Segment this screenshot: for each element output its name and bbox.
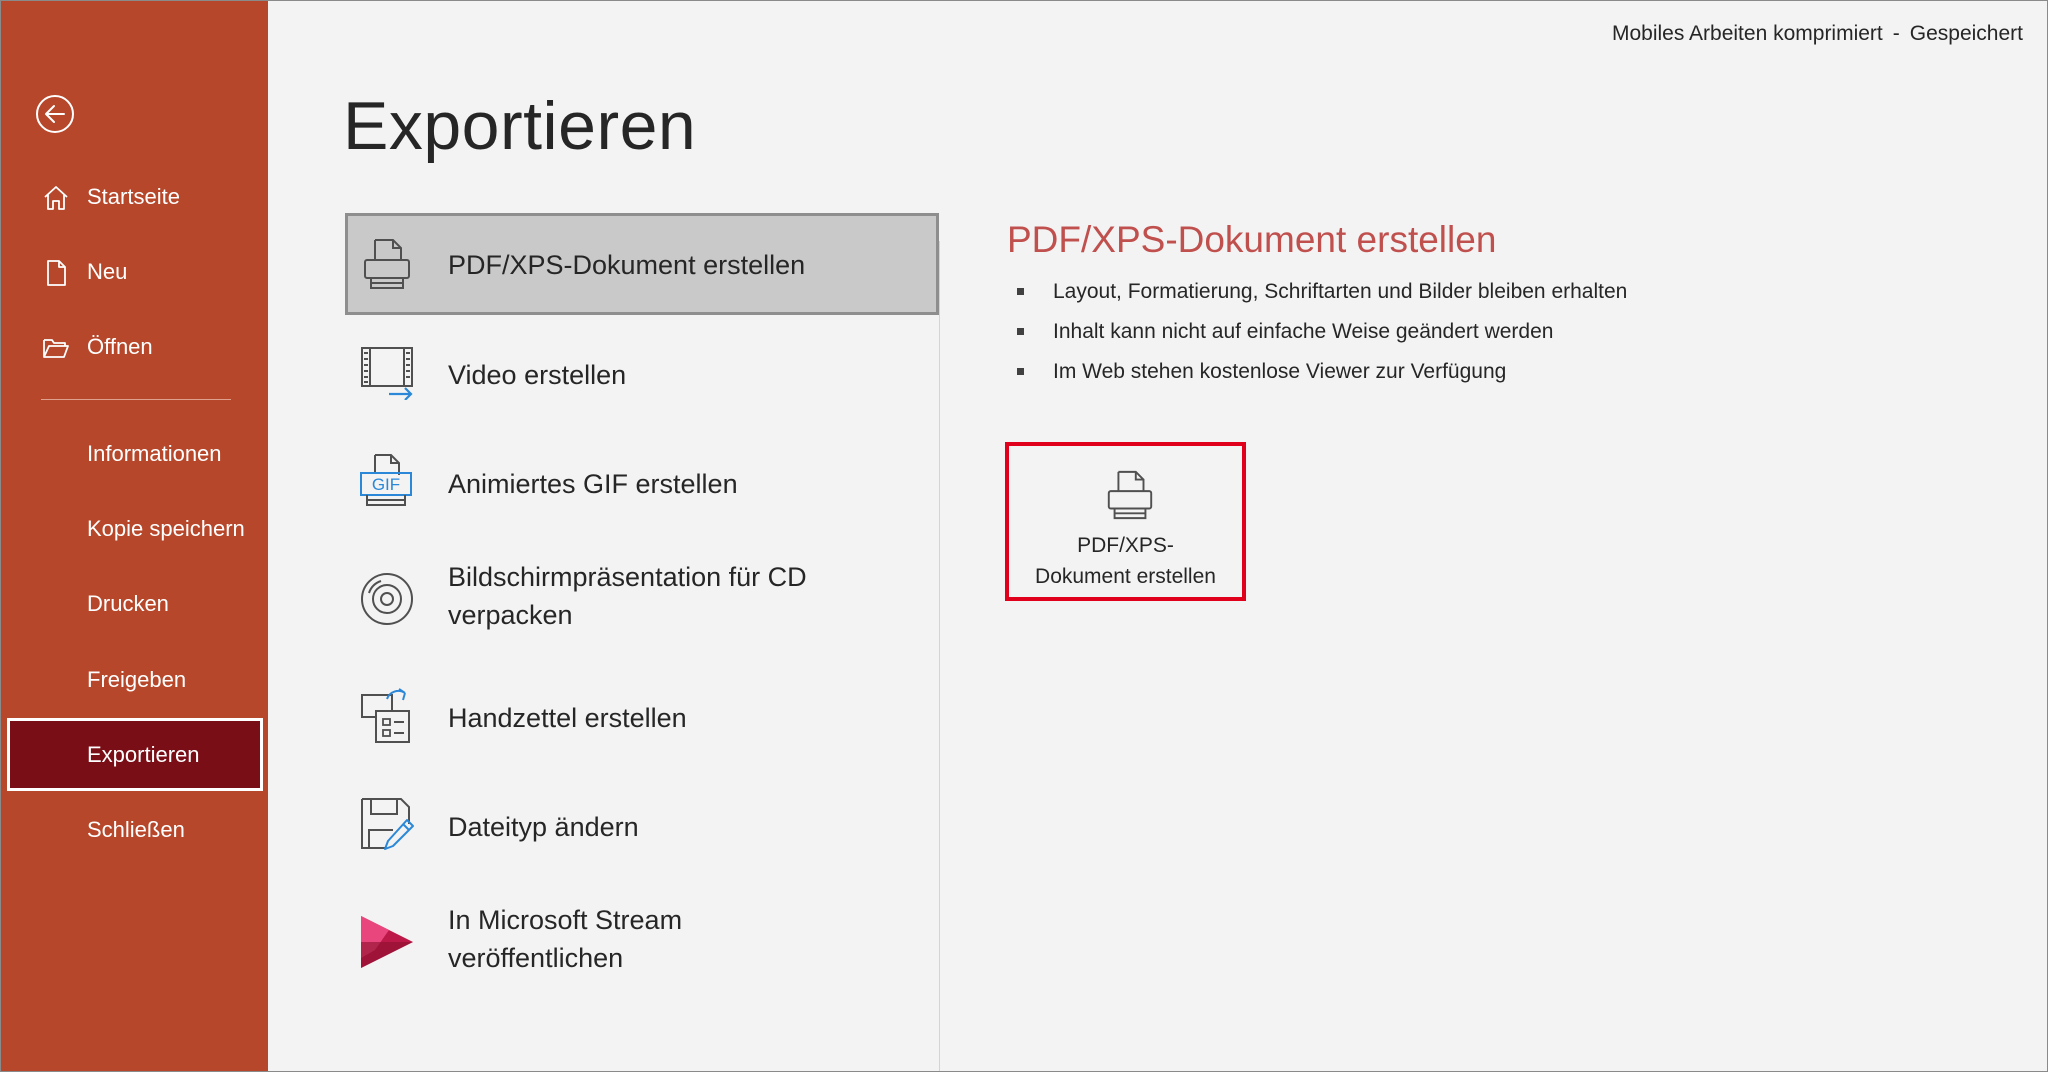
- nav-label: Schließen: [87, 817, 185, 842]
- handout-icon: [361, 688, 410, 743]
- export-option-cd-package[interactable]: Bildschirmpräsentation für CD verpacken: [345, 540, 939, 656]
- back-arrow-circle-icon: [36, 95, 74, 133]
- document-name: Mobiles Arbeiten komprimiert: [1612, 22, 1883, 45]
- new-document-icon: [47, 260, 66, 286]
- nav-label: Kopie speichern: [87, 516, 245, 541]
- change-filetype-icon: [361, 798, 414, 850]
- detail-bullet: Im Web stehen kostenlose Viewer zur Verf…: [1015, 355, 1627, 395]
- back-button[interactable]: [35, 94, 75, 134]
- export-option-label-line2: verpacken: [448, 600, 573, 630]
- nav-label: Neu: [87, 259, 128, 284]
- gif-icon-text: GIF: [372, 475, 400, 494]
- page-title: Exportieren: [343, 88, 697, 164]
- create-button-label: PDF/XPS- Dokument erstellen: [1009, 530, 1242, 592]
- nav-label: Startseite: [87, 184, 180, 209]
- export-option-pdf-xps[interactable]: PDF/XPS-Dokument erstellen: [345, 213, 939, 315]
- export-option-label: Dateityp ändern: [448, 812, 639, 842]
- panel-divider: [939, 241, 940, 1071]
- export-option-label: Animiertes GIF erstellen: [448, 469, 738, 499]
- export-option-label: PDF/XPS-Dokument erstellen: [448, 250, 806, 280]
- export-option-gif[interactable]: GIF Animiertes GIF erstellen: [345, 431, 939, 531]
- home-icon: [44, 186, 68, 210]
- nav-oeffnen[interactable]: Öffnen: [7, 312, 263, 382]
- export-option-handout[interactable]: Handzettel erstellen: [345, 665, 939, 765]
- nav-freigeben[interactable]: Freigeben: [7, 645, 263, 715]
- export-option-video[interactable]: Video erstellen: [345, 322, 939, 422]
- detail-bullet: Layout, Formatierung, Schriftarten und B…: [1015, 275, 1627, 315]
- detail-title: PDF/XPS-Dokument erstellen: [1007, 219, 1497, 260]
- pdf-xps-icon: [364, 239, 410, 289]
- nav-informationen[interactable]: Informationen: [7, 419, 263, 489]
- export-option-label: Handzettel erstellen: [448, 703, 687, 733]
- export-option-change-filetype[interactable]: Dateityp ändern: [345, 774, 939, 874]
- folder-open-icon: [43, 339, 69, 358]
- nav-label: Freigeben: [87, 667, 187, 692]
- create-pdf-xps-button[interactable]: PDF/XPS- Dokument erstellen: [1005, 442, 1246, 601]
- status-separator: -: [1892, 22, 1900, 45]
- export-option-label-line2: veröffentlichen: [448, 943, 624, 973]
- nav-label: Drucken: [87, 591, 169, 616]
- export-option-label: Video erstellen: [448, 360, 627, 390]
- export-option-microsoft-stream[interactable]: In Microsoft Stream veröffentlichen: [345, 883, 939, 999]
- save-state: Gespeichert: [1909, 22, 2023, 45]
- nav-startseite[interactable]: Startseite: [7, 162, 263, 232]
- pdf-xps-icon: [1107, 470, 1153, 520]
- create-button-label-line1: PDF/XPS-: [1077, 534, 1174, 557]
- nav-label: Informationen: [87, 441, 222, 466]
- video-icon: [361, 347, 413, 400]
- nav-drucken[interactable]: Drucken: [7, 569, 263, 639]
- nav-kopie-speichern[interactable]: Kopie speichern: [7, 494, 263, 564]
- detail-bullet: Inhalt kann nicht auf einfache Weise geä…: [1015, 315, 1627, 355]
- export-option-label-line1: Bildschirmpräsentation für CD: [448, 562, 807, 592]
- nav-exportieren[interactable]: Exportieren: [7, 718, 263, 791]
- create-button-label-line2: Dokument erstellen: [1035, 565, 1216, 588]
- nav-divider: [41, 399, 231, 400]
- document-status: Mobiles Arbeiten komprimiert - Gespeichert: [1612, 22, 2023, 46]
- nav-label: Öffnen: [87, 334, 153, 359]
- backstage-window: Startseite Neu Öffnen Informationen Kopi…: [0, 0, 2048, 1072]
- nav-label: Exportieren: [87, 741, 200, 767]
- stream-icon: [361, 916, 413, 968]
- backstage-sidebar: Startseite Neu Öffnen Informationen Kopi…: [1, 1, 268, 1071]
- cd-icon: [361, 573, 413, 625]
- gif-icon: GIF: [360, 454, 412, 506]
- nav-schliessen[interactable]: Schließen: [7, 795, 263, 865]
- detail-bullets: Layout, Formatierung, Schriftarten und B…: [1015, 275, 1627, 395]
- nav-neu[interactable]: Neu: [7, 237, 263, 307]
- export-option-label-line1: In Microsoft Stream: [448, 905, 683, 935]
